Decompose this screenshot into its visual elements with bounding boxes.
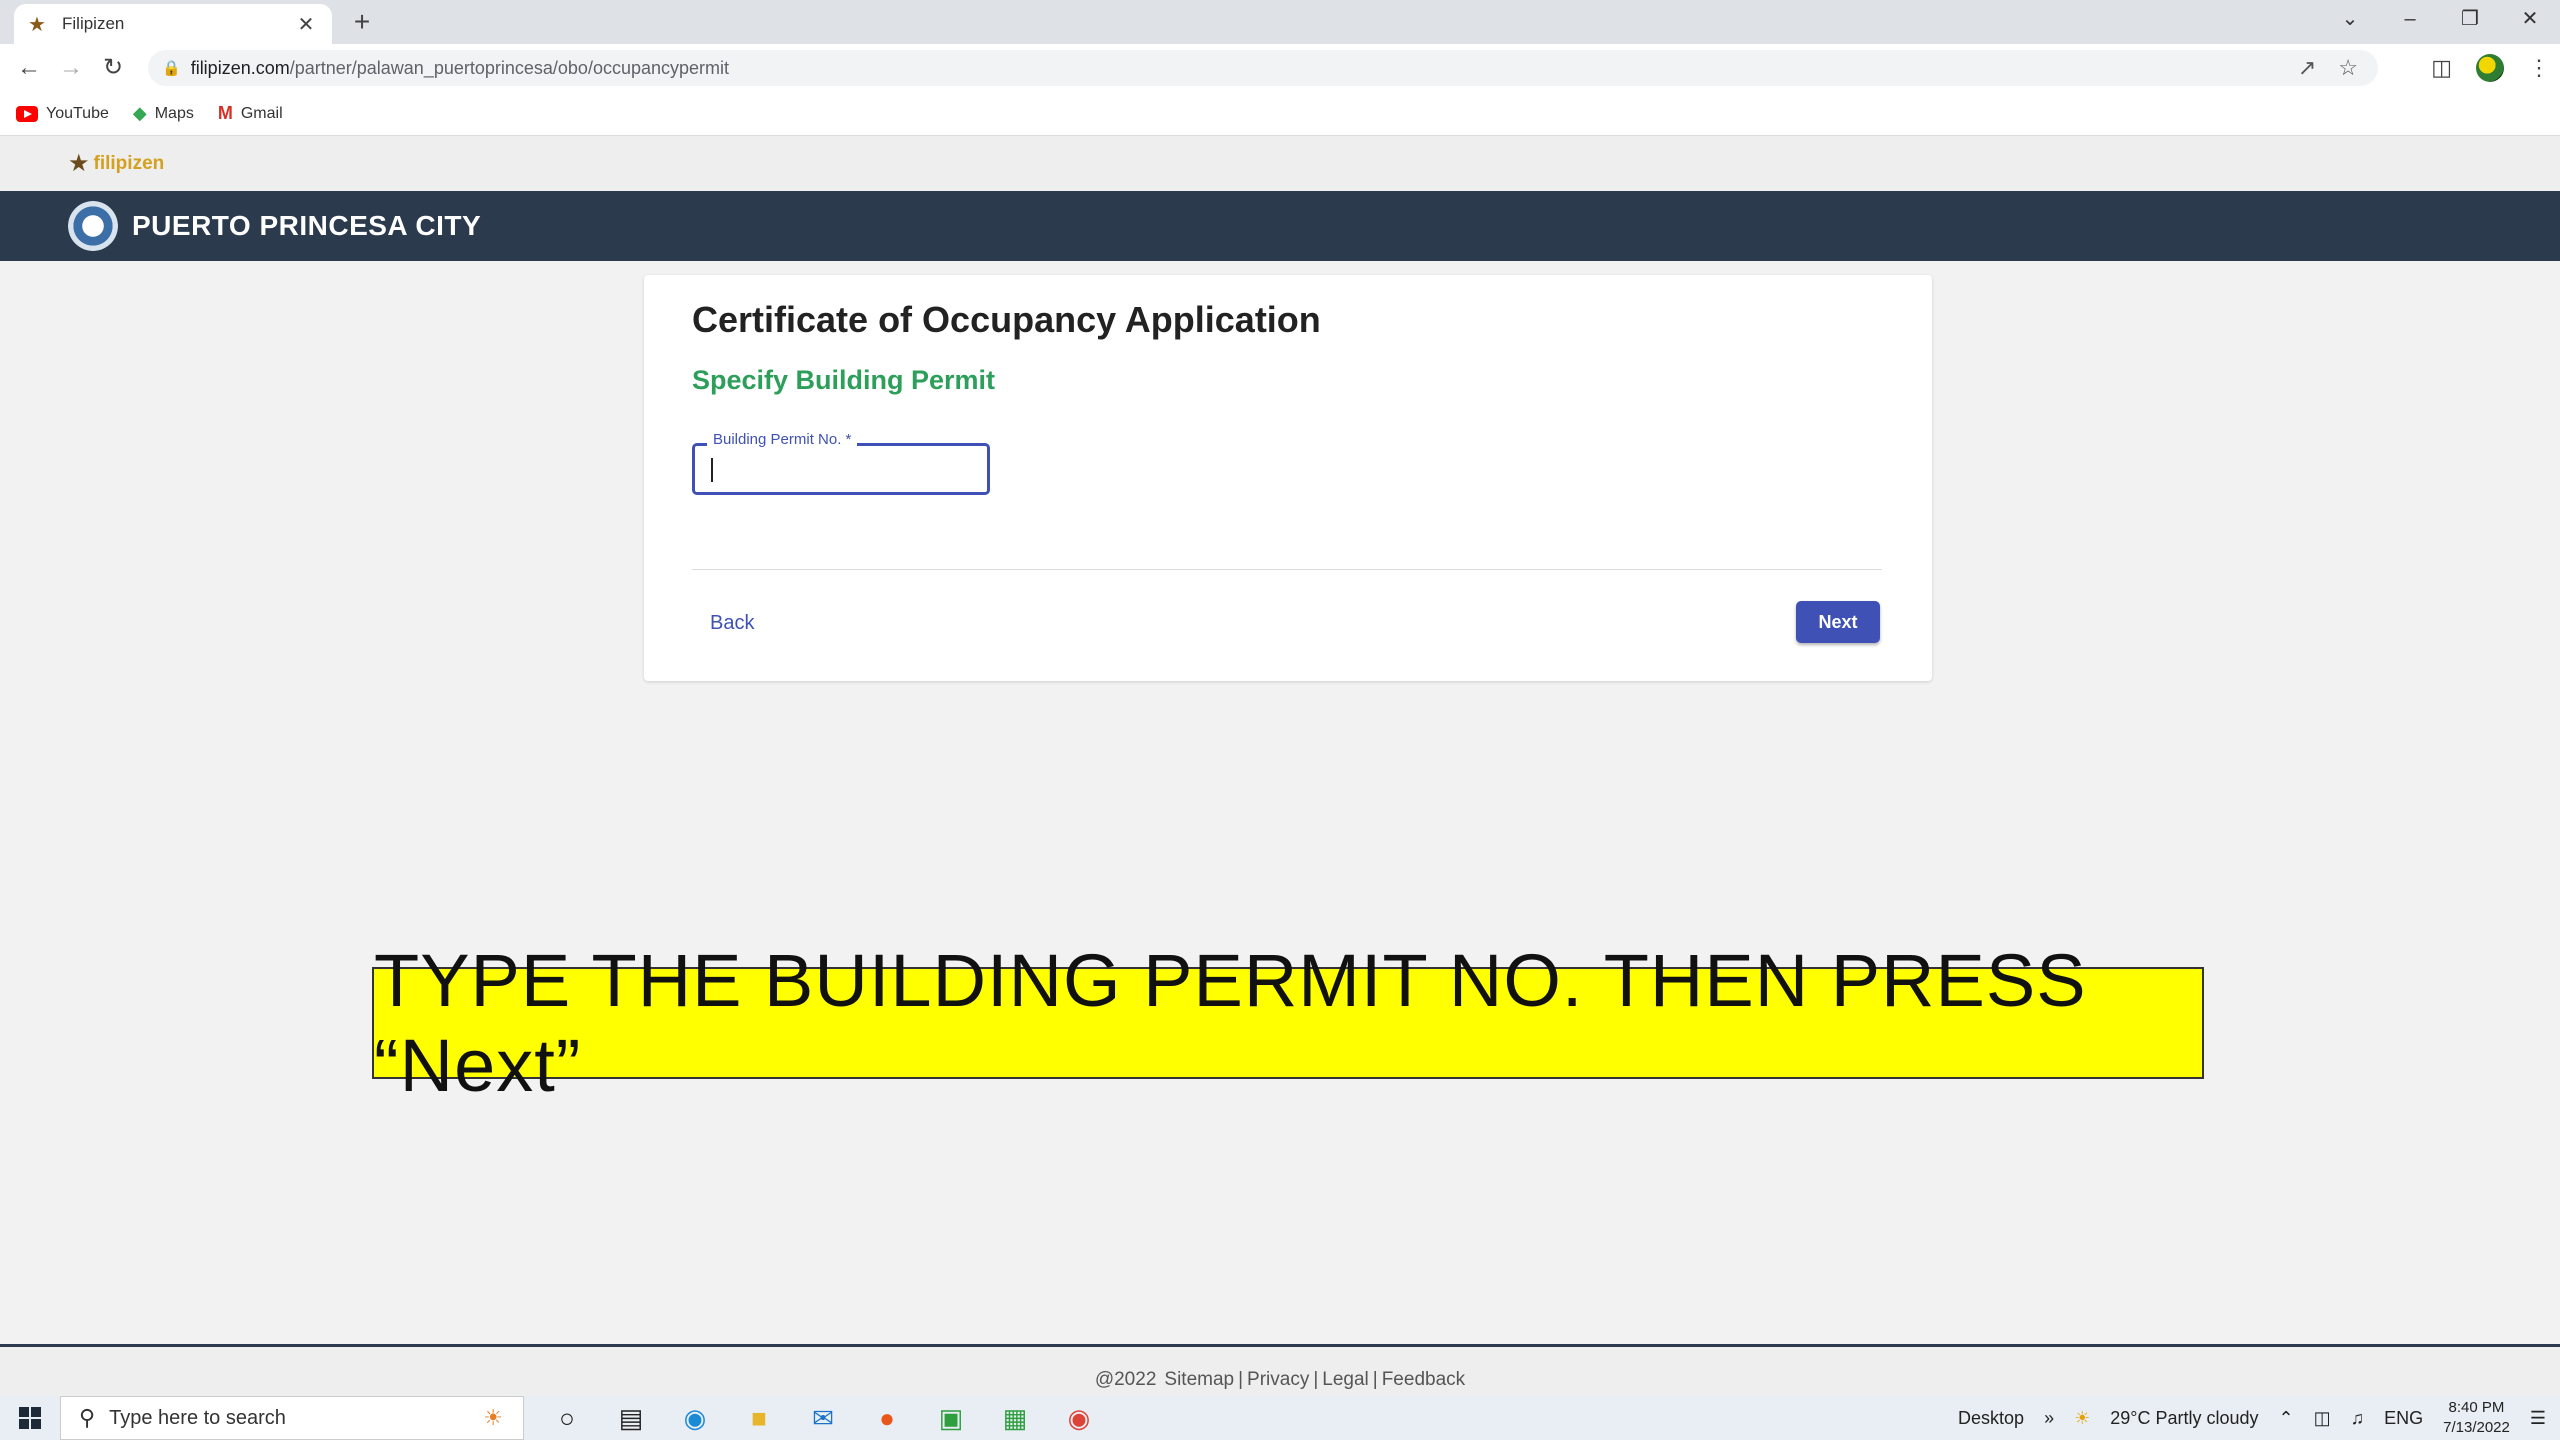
- page-content: ★ filipizen PUERTO PRINCESA CITY Certifi…: [0, 136, 2560, 1408]
- taskbar-search[interactable]: ⚲ Type here to search ☀: [60, 1396, 524, 1440]
- clock-time: 8:40 PM: [2448, 1399, 2505, 1416]
- bookmarks-bar: YouTube ◆ Maps M Gmail: [0, 92, 2560, 136]
- tab-strip: ★ Filipizen ✕ + ⌄ – ❐ ✕: [0, 0, 2560, 44]
- footer-link-legal[interactable]: Legal: [1322, 1369, 1369, 1390]
- search-highlight-icon[interactable]: ☀: [483, 1405, 503, 1431]
- pinned-apps: ○ ▤ ◉ ■ ✉ ● ▣ ▦ ◉: [550, 1403, 1096, 1434]
- language-indicator[interactable]: ENG: [2384, 1408, 2423, 1429]
- bookmark-label: YouTube: [46, 104, 109, 122]
- close-tab-icon[interactable]: ✕: [294, 12, 318, 37]
- footer-links: @2022 Sitemap | Privacy | Legal | Feedback: [1094, 1369, 1466, 1390]
- system-tray: Desktop » ☀ 29°C Partly cloudy ⌃ ◫ ♫ ENG…: [1958, 1396, 2560, 1440]
- search-placeholder: Type here to search: [109, 1406, 286, 1429]
- instruction-banner: TYPE THE BUILDING PERMIT NO. THEN PRESS …: [372, 939, 2204, 1107]
- lock-icon[interactable]: 🔒: [162, 59, 181, 77]
- building-permit-label: Building Permit No. *: [707, 431, 858, 448]
- filipizen-favicon-icon: ★: [28, 13, 46, 36]
- maps-icon: ◆: [132, 103, 147, 123]
- side-panel-icon[interactable]: ◫: [2431, 55, 2452, 81]
- back-button[interactable]: Back: [700, 605, 764, 641]
- bookmark-label: Gmail: [240, 104, 283, 122]
- forward-arrow-icon[interactable]: →: [50, 47, 92, 89]
- windows-taskbar: ⚲ Type here to search ☀ ○ ▤ ◉ ■ ✉ ● ▣ ▦ …: [0, 1396, 2560, 1440]
- reload-icon[interactable]: ↻: [92, 47, 134, 89]
- application-card: Certificate of Occupancy Application Spe…: [644, 275, 1932, 681]
- city-seal-icon: [68, 201, 118, 251]
- brand-bar: ★ filipizen: [0, 136, 2560, 191]
- clock[interactable]: 8:40 PM 7/13/2022: [2443, 1398, 2510, 1438]
- city-header: PUERTO PRINCESA CITY: [0, 191, 2560, 261]
- section-subtitle: Specify Building Permit: [692, 365, 996, 395]
- edge-icon[interactable]: ◉: [678, 1403, 712, 1434]
- share-icon[interactable]: ↗: [2298, 55, 2316, 81]
- clock-date: 7/13/2022: [2443, 1419, 2510, 1436]
- cortana-icon[interactable]: ○: [550, 1403, 584, 1434]
- city-name: PUERTO PRINCESA CITY: [132, 210, 482, 241]
- bookmark-youtube[interactable]: YouTube: [16, 105, 109, 123]
- brand-logo-text[interactable]: filipizen: [94, 153, 165, 175]
- start-button[interactable]: [0, 1396, 60, 1440]
- browser-toolbar: ← → ↻ 🔒 filipizen.com/partner/palawan_pu…: [0, 44, 2560, 92]
- weather-text[interactable]: 29°C Partly cloudy: [2110, 1408, 2258, 1429]
- minimize-button[interactable]: –: [2380, 0, 2440, 38]
- bookmark-gmail[interactable]: M Gmail: [218, 103, 283, 124]
- filipizen-logo-icon[interactable]: ★: [68, 149, 90, 178]
- file-explorer-icon[interactable]: ■: [742, 1403, 776, 1434]
- notes-app-icon[interactable]: ▦: [998, 1403, 1032, 1434]
- next-button[interactable]: Next: [1796, 601, 1880, 643]
- footer-copyright: @2022: [1094, 1369, 1157, 1390]
- restore-button[interactable]: ❐: [2440, 0, 2500, 38]
- building-permit-input[interactable]: [705, 454, 975, 486]
- bookmark-label: Maps: [154, 104, 194, 122]
- close-window-button[interactable]: ✕: [2500, 0, 2560, 38]
- url-path: /partner/palawan_puertoprincesa/obo/occu…: [289, 57, 730, 78]
- building-permit-field[interactable]: Building Permit No. *: [692, 431, 990, 495]
- youtube-icon: [16, 105, 38, 122]
- footer-link-sitemap[interactable]: Sitemap: [1164, 1369, 1234, 1390]
- volume-icon[interactable]: ♫: [2351, 1408, 2365, 1429]
- browser-tab[interactable]: ★ Filipizen ✕: [14, 4, 332, 44]
- firefox-icon[interactable]: ●: [870, 1403, 904, 1434]
- bookmark-star-icon[interactable]: ☆: [2338, 55, 2358, 81]
- mail-icon[interactable]: ✉: [806, 1403, 840, 1434]
- url-host: filipizen.com: [190, 57, 290, 78]
- tab-title: Filipizen: [62, 14, 125, 33]
- page-title: Certificate of Occupancy Application: [692, 299, 1321, 340]
- notification-center-icon[interactable]: ☰: [2530, 1408, 2546, 1429]
- toolbar-expand-icon[interactable]: »: [2044, 1408, 2054, 1429]
- network-icon[interactable]: ◫: [2314, 1408, 2331, 1429]
- address-bar[interactable]: 🔒 filipizen.com/partner/palawan_puertopr…: [148, 50, 2378, 86]
- card-divider: [692, 569, 1882, 570]
- footer-link-feedback[interactable]: Feedback: [1382, 1369, 1465, 1390]
- photos-icon[interactable]: ▣: [934, 1403, 968, 1434]
- footer-link-privacy[interactable]: Privacy: [1247, 1369, 1309, 1390]
- gmail-icon: M: [217, 103, 233, 123]
- profile-avatar[interactable]: [2476, 54, 2504, 82]
- text-caret: [711, 458, 713, 482]
- desktop-toolbar-label[interactable]: Desktop: [1958, 1408, 2024, 1429]
- weather-icon[interactable]: ☀: [2074, 1408, 2090, 1429]
- chrome-icon[interactable]: ◉: [1062, 1403, 1096, 1434]
- new-tab-button[interactable]: +: [346, 6, 378, 38]
- show-hidden-icons[interactable]: ⌃: [2279, 1408, 2294, 1429]
- window-controls: ⌄ – ❐ ✕: [2320, 0, 2560, 40]
- menu-kebab-icon[interactable]: ⋮: [2528, 55, 2550, 81]
- bookmark-maps[interactable]: ◆ Maps: [133, 103, 194, 124]
- search-icon: ⚲: [79, 1405, 96, 1430]
- back-arrow-icon[interactable]: ←: [8, 47, 50, 89]
- windows-logo-icon: [19, 1407, 41, 1429]
- tab-search-icon[interactable]: ⌄: [2320, 0, 2380, 38]
- task-view-icon[interactable]: ▤: [614, 1403, 648, 1434]
